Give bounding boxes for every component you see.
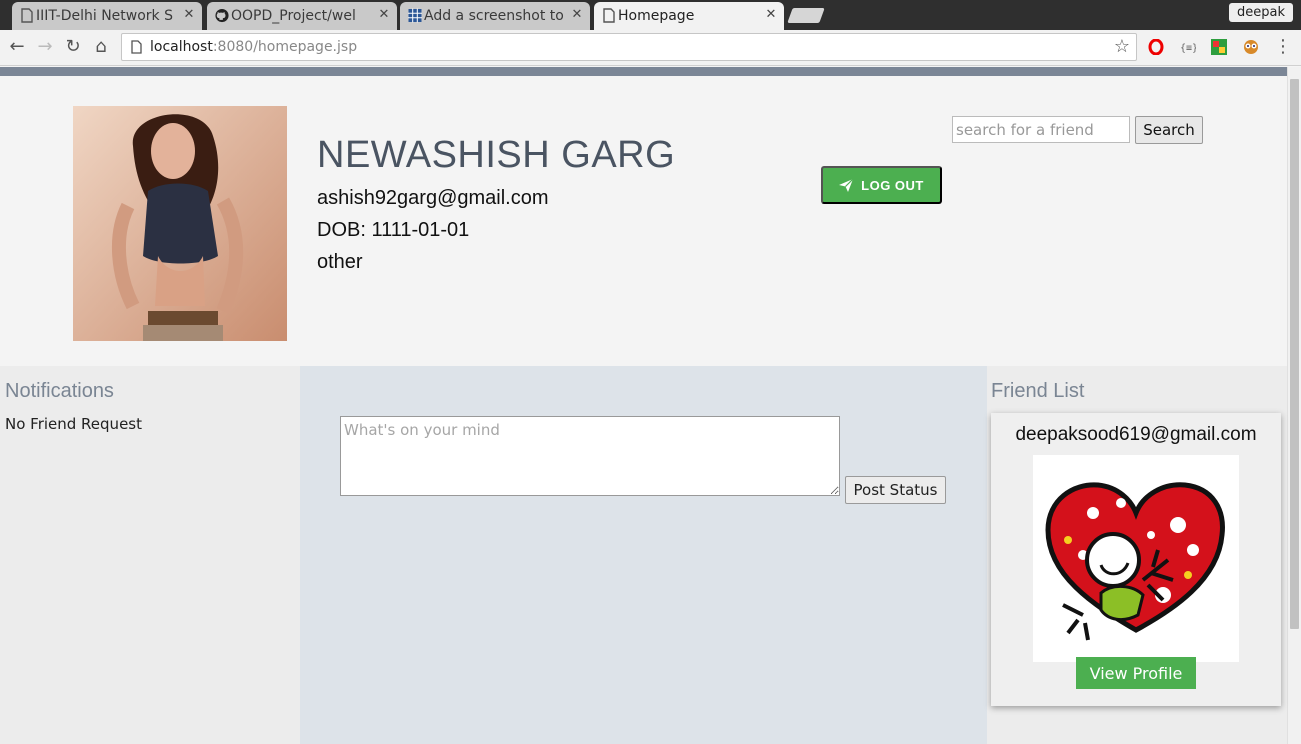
url-path: :8080/homepage.jsp: [212, 39, 358, 55]
svg-text:{≡}: {≡}: [1180, 43, 1196, 54]
send-icon: [839, 178, 854, 192]
scrollbar[interactable]: [1287, 67, 1301, 744]
github-icon: [215, 8, 229, 23]
post-status-button[interactable]: Post Status: [845, 476, 946, 504]
notifications-heading: Notifications: [5, 380, 114, 402]
friend-card: deepaksood619@gmail.com View Profile: [991, 413, 1281, 706]
page-icon: [21, 8, 33, 23]
notifications-empty-text: No Friend Request: [5, 415, 142, 433]
notifications-panel: Notifications No Friend Request: [0, 366, 300, 744]
close-icon[interactable]: ✕: [377, 7, 391, 23]
new-tab-button[interactable]: [787, 8, 825, 23]
browser-toolbar: ← → ↻ ⌂ localhost:8080/homepage.jsp ☆ {≡…: [0, 30, 1301, 66]
browser-tab-4-active[interactable]: Homepage ✕: [594, 2, 784, 30]
tab-title: IIIT-Delhi Network S: [36, 8, 173, 24]
friend-list-heading: Friend List: [991, 380, 1085, 402]
browser-tab-1[interactable]: IIIT-Delhi Network S ✕: [12, 2, 202, 30]
opera-icon[interactable]: [1148, 39, 1164, 55]
page-top-bar: [0, 67, 1287, 76]
avatar: [73, 106, 287, 341]
status-input[interactable]: [340, 416, 840, 496]
profile-button[interactable]: deepak: [1229, 3, 1293, 22]
profile-header: NEWASHISH GARG ashish92garg@gmail.com DO…: [0, 76, 1287, 366]
friend-email: deepaksood619@gmail.com: [1015, 424, 1257, 445]
reload-icon[interactable]: ↻: [62, 36, 84, 58]
tab-title: Add a screenshot to: [424, 8, 564, 24]
status-panel: Post Status: [300, 366, 987, 744]
browser-tab-strip: IIIT-Delhi Network S ✕ OOPD_Project/wel …: [0, 0, 1301, 30]
bookmark-star-icon[interactable]: ☆: [1114, 36, 1130, 57]
scrollbar-thumb[interactable]: [1290, 79, 1299, 629]
home-icon[interactable]: ⌂: [90, 36, 112, 58]
close-icon[interactable]: ✕: [182, 7, 196, 23]
grid-icon: [408, 8, 422, 23]
forward-icon[interactable]: →: [34, 36, 56, 58]
profile-dob: DOB: 1111-01-01: [317, 219, 470, 241]
friend-list-panel: Friend List deepaksood619@gmail.com View…: [987, 366, 1287, 744]
browser-tab-2[interactable]: OOPD_Project/wel ✕: [207, 2, 397, 30]
json-viewer-icon[interactable]: {≡}: [1180, 39, 1196, 55]
heart-character-image: [1045, 482, 1225, 641]
logout-label: LOG OUT: [861, 177, 924, 193]
close-icon[interactable]: ✕: [570, 7, 584, 23]
back-icon[interactable]: ←: [6, 36, 28, 58]
profile-name: NEWASHISH GARG: [317, 134, 676, 176]
extension-icon[interactable]: [1211, 39, 1227, 55]
logout-button[interactable]: LOG OUT: [821, 166, 942, 204]
close-icon[interactable]: ✕: [764, 7, 778, 23]
page-icon: [603, 8, 615, 23]
friend-search-input[interactable]: [952, 116, 1130, 143]
address-bar[interactable]: localhost:8080/homepage.jsp ☆: [121, 33, 1137, 61]
profile-photo: [73, 106, 287, 341]
view-profile-button[interactable]: View Profile: [1076, 657, 1196, 689]
browser-tab-3[interactable]: Add a screenshot to ✕: [400, 2, 590, 30]
url-text: localhost:8080/homepage.jsp: [150, 39, 357, 55]
page-icon: [131, 40, 142, 54]
tab-title: Homepage: [618, 8, 695, 24]
owl-extension-icon[interactable]: [1243, 39, 1259, 55]
profile-email: ashish92garg@gmail.com: [317, 187, 549, 209]
friend-avatar: [1033, 455, 1239, 662]
profile-gender: other: [317, 251, 363, 273]
menu-icon[interactable]: ⋮: [1272, 36, 1294, 58]
url-host: localhost: [150, 39, 213, 55]
tab-title: OOPD_Project/wel: [231, 8, 356, 24]
search-button[interactable]: Search: [1135, 116, 1203, 144]
